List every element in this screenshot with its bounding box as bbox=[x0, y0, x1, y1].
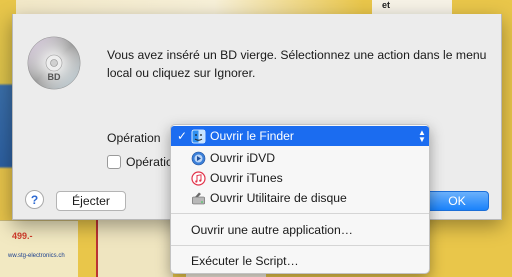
menu-item-label: Ouvrir Utilitaire de disque bbox=[210, 191, 347, 205]
background-poster-middle bbox=[96, 220, 173, 277]
remember-checkbox-row[interactable]: Opératio bbox=[107, 154, 173, 170]
operation-popup-menu[interactable]: ✓ Ouvrir le Finder ▲ ▼ Ouvrir iDVD Ouvrir… bbox=[170, 124, 430, 274]
itunes-icon bbox=[191, 170, 206, 186]
menu-item-open-other-app[interactable]: Ouvrir une autre application… bbox=[171, 220, 429, 240]
remember-checkbox[interactable] bbox=[107, 155, 121, 169]
menu-item-open-idvd[interactable]: Ouvrir iDVD bbox=[171, 148, 429, 168]
dialog-message: Vous avez inséré un BD vierge. Sélection… bbox=[107, 48, 487, 80]
eject-button[interactable]: Éjecter bbox=[56, 191, 126, 211]
disk-utility-icon bbox=[192, 192, 205, 204]
operation-label: Opération bbox=[107, 131, 161, 145]
remember-checkbox-label: Opératio bbox=[126, 155, 173, 169]
ok-button[interactable]: OK bbox=[425, 191, 489, 211]
menu-item-label: Exécuter le Script… bbox=[191, 254, 299, 268]
menu-item-label: Ouvrir une autre application… bbox=[191, 223, 353, 237]
background-poster-left: 499.- ww.stg-electronics.ch bbox=[0, 220, 78, 277]
menu-separator bbox=[171, 213, 429, 214]
popup-stepper-icon: ▲ ▼ bbox=[418, 128, 426, 144]
background-poster-web: ww.stg-electronics.ch bbox=[8, 253, 65, 259]
menu-item-open-itunes[interactable]: Ouvrir iTunes bbox=[171, 168, 429, 188]
idvd-icon bbox=[191, 151, 206, 165]
background-poster-top-text: et bbox=[382, 0, 391, 10]
selected-checkmark-icon: ✓ bbox=[177, 129, 188, 143]
menu-item-label: Ouvrir iDVD bbox=[210, 151, 276, 165]
menu-separator bbox=[171, 245, 429, 246]
bd-disc-label: BD bbox=[48, 72, 61, 82]
help-button[interactable]: ? bbox=[25, 190, 44, 209]
menu-item-open-finder[interactable]: ✓ Ouvrir le Finder ▲ ▼ bbox=[171, 126, 429, 146]
menu-item-label: Ouvrir iTunes bbox=[210, 171, 283, 185]
menu-item-open-disk-utility[interactable]: Ouvrir Utilitaire de disque bbox=[171, 188, 429, 208]
background-poster-price: 499.- bbox=[12, 231, 33, 241]
bd-disc-icon: BD bbox=[27, 36, 81, 90]
menu-item-run-script[interactable]: Exécuter le Script… bbox=[171, 251, 429, 271]
menu-item-label: Ouvrir le Finder bbox=[210, 129, 294, 143]
finder-icon bbox=[191, 129, 206, 143]
